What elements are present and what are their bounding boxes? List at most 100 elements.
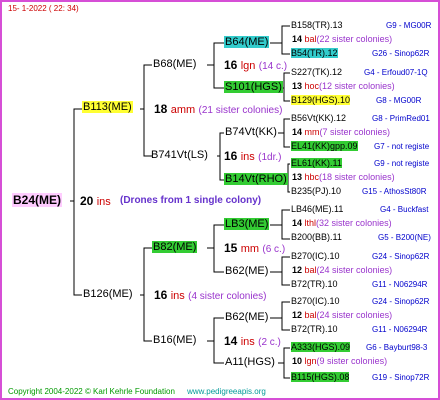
leaf-0-name: B158(TR).13 bbox=[291, 20, 343, 30]
leaf-20[interactable]: B72(TR).10 bbox=[291, 325, 338, 334]
leaf-gen-4-number: 13 bbox=[292, 81, 303, 91]
root-queen[interactable]: B24(ME) bbox=[12, 193, 63, 207]
leaf-2[interactable]: B54(TR).12 bbox=[291, 48, 338, 58]
gg-queen-0[interactable]: B64(ME) bbox=[224, 36, 270, 48]
leaf-21-note: G6 - Bayburt98-3 bbox=[366, 343, 428, 352]
leaf-3-note: G4 - Erfoud07-1Q bbox=[364, 68, 428, 77]
copyright-footer: Copyright 2004-2022 © Karl Kehrle Founda… bbox=[8, 388, 266, 396]
gg-gen-4-number: 15 bbox=[224, 241, 238, 255]
leaf-gen-19-code: bal bbox=[304, 310, 317, 320]
dam-sire-name: B741Vt(LS) bbox=[151, 149, 208, 161]
leaf-gen-16-number: 12 bbox=[292, 265, 303, 275]
dam-dam-name: B68(ME) bbox=[153, 58, 197, 70]
leaf-gen-13: 14 lthl(32 sister colonies) bbox=[292, 219, 392, 228]
leaf-5[interactable]: B129(HGS).10 bbox=[291, 95, 351, 105]
leaf-11-note: G15 - AthosSt80R bbox=[362, 187, 427, 196]
leaf-2-note: G26 - Sinop62R bbox=[372, 49, 430, 58]
root-queen-name: B24(ME) bbox=[12, 193, 63, 207]
leaf-0[interactable]: B158(TR).13 bbox=[291, 21, 343, 30]
leaf-6-note: G8 - PrimRed01 bbox=[372, 114, 430, 123]
leaf-gen-1-number: 14 bbox=[292, 34, 303, 44]
leaf-3-name: S227(TK).12 bbox=[291, 67, 343, 77]
sire-dam-queen[interactable]: B82(ME) bbox=[152, 241, 198, 253]
leaf-23[interactable]: B115(HGS).08 bbox=[291, 372, 350, 382]
sire-sire-queen[interactable]: B16(ME) bbox=[152, 335, 197, 346]
leaf-15[interactable]: B270(IC).10 bbox=[291, 252, 340, 261]
leaf-17-note: G11 - N06294R bbox=[372, 280, 428, 289]
leaf-18-name: B270(IC).10 bbox=[291, 296, 340, 306]
gg-queen-5-name: B62(ME) bbox=[225, 265, 269, 277]
leaf-gen-7: 14 mm(7 sister colonies) bbox=[292, 128, 390, 137]
leaf-23-name: B115(HGS).08 bbox=[291, 372, 350, 382]
leaf-12[interactable]: LB46(ME).11 bbox=[291, 205, 343, 214]
site-link[interactable]: www.pedigreeapis.org bbox=[187, 387, 266, 396]
copyright-text: Copyright 2004-2022 © Karl Kehrle Founda… bbox=[8, 387, 175, 396]
gg-queen-6[interactable]: B62(ME) bbox=[224, 312, 269, 323]
leaf-17-name: B72(TR).10 bbox=[291, 279, 338, 289]
leaf-21-name: A333(HGS).09 bbox=[291, 342, 351, 352]
gg-gen-0-code: lgn bbox=[240, 60, 256, 72]
sire-dam-name: B82(ME) bbox=[152, 241, 198, 253]
leaf-gen-10-number: 13 bbox=[292, 172, 303, 182]
gg-gen-6-number: 14 bbox=[224, 334, 238, 348]
gg-queen-7[interactable]: A11(HGS) bbox=[224, 357, 276, 368]
dam-dam-queen[interactable]: B68(ME) bbox=[152, 59, 197, 70]
gg-gen-2: 16 ins (1dr.) bbox=[224, 150, 281, 163]
leaf-gen-10-code: hbc bbox=[304, 172, 320, 182]
dam-gen-number: 18 bbox=[154, 102, 168, 116]
leaf-9[interactable]: EL61(KK).11 bbox=[291, 158, 342, 168]
leaf-14[interactable]: B200(BB).11 bbox=[291, 233, 342, 242]
leaf-15-note: G24 - Sinop62R bbox=[372, 252, 430, 261]
sire-gen-number: 16 bbox=[154, 288, 168, 302]
gg-gen-2-code: ins bbox=[240, 151, 255, 163]
gg-gen-2-number: 16 bbox=[224, 149, 238, 163]
gg-queen-7-name: A11(HGS) bbox=[225, 356, 275, 368]
leaf-gen-7-code: mm bbox=[304, 127, 320, 137]
leaf-11[interactable]: B235(PJ).10 bbox=[291, 187, 341, 196]
leaf-8-note: G7 - not registe bbox=[374, 142, 430, 151]
leaf-gen-22: 10 lgn(9 sister colonies) bbox=[292, 357, 387, 366]
sire-queen[interactable]: B126(ME) bbox=[82, 289, 134, 300]
dam-generation: 18 amm (21 sister colonies) bbox=[154, 103, 282, 116]
gg-gen-0-count: (14 c.) bbox=[258, 61, 288, 72]
leaf-9-name: EL61(KK).11 bbox=[291, 158, 342, 168]
gg-gen-0-number: 16 bbox=[224, 58, 238, 72]
leaf-20-name: B72(TR).10 bbox=[291, 324, 338, 334]
leaf-gen-10: 13 hbc(18 sister colonies) bbox=[292, 173, 395, 182]
gg-queen-1[interactable]: S101(HGS) bbox=[224, 81, 283, 93]
leaf-18[interactable]: B270(IC).10 bbox=[291, 297, 340, 306]
leaf-gen-1: 14 bal(22 sister colonies) bbox=[292, 35, 392, 44]
dam-queen-name: B113(ME) bbox=[82, 101, 133, 113]
gg-queen-4[interactable]: LB3(ME) bbox=[224, 218, 270, 230]
leaf-6-name: B56Vt(KK).12 bbox=[291, 113, 347, 123]
gg-queen-2[interactable]: B74Vt(KK) bbox=[224, 127, 278, 138]
leaf-0-note: G9 - MG00R bbox=[386, 21, 432, 30]
print-date: 15- 1-2022 ( 22: 34) bbox=[8, 4, 79, 13]
dam-sire-queen[interactable]: B741Vt(LS) bbox=[150, 150, 209, 161]
leaf-12-note: G4 - Buckfast bbox=[380, 205, 429, 214]
dam-queen[interactable]: B113(ME) bbox=[82, 101, 133, 113]
leaf-21[interactable]: A333(HGS).09 bbox=[291, 342, 351, 352]
dam-gen-count: (21 sister colonies) bbox=[198, 105, 283, 116]
leaf-6[interactable]: B56Vt(KK).12 bbox=[291, 114, 346, 123]
gg-gen-0: 16 lgn (14 c.) bbox=[224, 59, 287, 72]
leaf-23-note: G19 - Sinop72R bbox=[372, 373, 430, 382]
gg-queen-5[interactable]: B62(ME) bbox=[224, 266, 269, 277]
leaf-2-name: B54(TR).12 bbox=[291, 48, 338, 58]
leaf-gen-22-number: 10 bbox=[292, 356, 303, 366]
gg-queen-3[interactable]: B14Vt(RHO) bbox=[224, 173, 288, 185]
gg-gen-6-code: ins bbox=[240, 336, 255, 348]
leaf-gen-19-number: 12 bbox=[292, 310, 303, 320]
leaf-gen-16-code: bal bbox=[304, 265, 317, 275]
leaf-gen-16: 12 bal(24 sister colonies) bbox=[292, 266, 392, 275]
leaf-20-note: G11 - N06294R bbox=[372, 325, 428, 334]
leaf-5-name: B129(HGS).10 bbox=[291, 95, 351, 105]
leaf-gen-4: 13 hoc(12 sister colonies) bbox=[292, 82, 395, 91]
leaf-3[interactable]: S227(TK).12 bbox=[291, 68, 342, 77]
pedigree-page: 15- 1-2022 ( 22: 34) B24(ME) 20 ins (Dro… bbox=[0, 0, 440, 400]
leaf-gen-1-count: (22 sister colonies) bbox=[316, 34, 393, 44]
leaf-8[interactable]: EL41(KK)gpp.09 bbox=[291, 141, 358, 151]
gg-queen-1-name: S101(HGS) bbox=[224, 81, 283, 93]
leaf-5-note: G8 - MG00R bbox=[376, 96, 422, 105]
leaf-17[interactable]: B72(TR).10 bbox=[291, 280, 338, 289]
